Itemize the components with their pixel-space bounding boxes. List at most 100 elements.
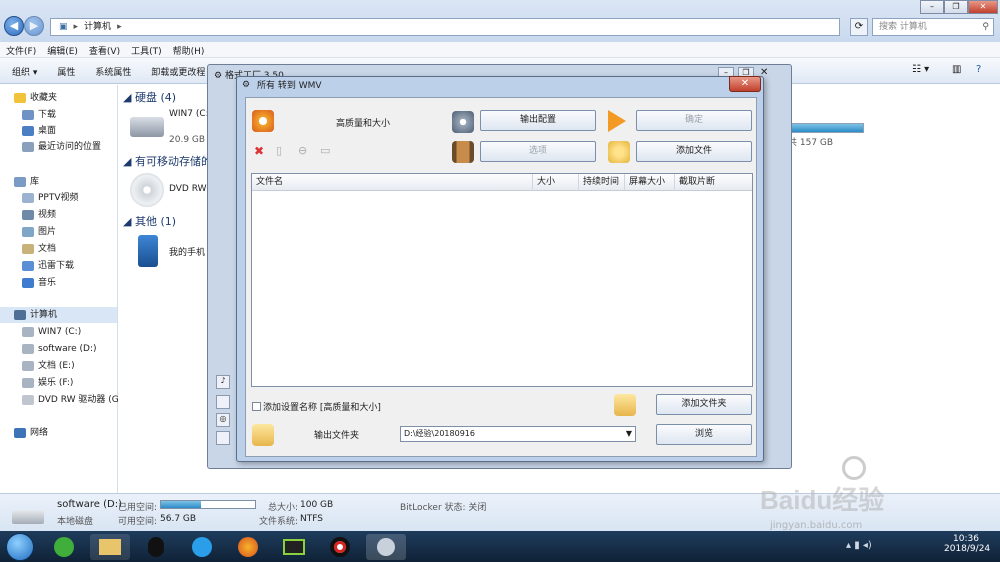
taskbar-recorder-icon[interactable] [320,534,360,560]
dvd-drive-label[interactable]: DVD RW [169,184,207,194]
sidebar-item-videos[interactable]: 视频 [22,207,56,223]
column-size[interactable]: 大小 [532,174,578,191]
drive-name-c[interactable]: WIN7 (C: [169,109,209,119]
sidebar-library[interactable]: 库 [14,174,39,190]
details-pane: software (D:) 本地磁盘 已用空间: 可用空间: 56.7 GB 总… [0,493,1000,531]
info-icon[interactable]: ▭ [320,144,330,157]
taskbar-360-icon[interactable] [44,534,84,560]
minimize-button[interactable]: – [920,0,944,14]
dialog-close-button[interactable]: ✕ [729,76,761,92]
details-bitlocker: BitLocker 状态: 关闭 [400,503,487,513]
close-button[interactable]: ✕ [968,0,998,14]
preview-pane-icon[interactable]: ▥ [952,64,961,75]
taskbar-media-icon[interactable] [182,534,222,560]
add-folder-icon[interactable] [614,394,636,416]
network-icon [14,427,26,438]
sidebar-drive-g[interactable]: DVD RW 驱动器 (G [22,392,119,408]
refresh-button[interactable]: ⟳ [850,18,868,36]
sidebar-network[interactable]: 网络 [14,425,48,441]
ok-button[interactable]: 确定 [636,110,752,131]
dvd-icon [130,173,164,207]
music-icon[interactable]: ♪ [216,375,230,389]
properties-button[interactable]: 属性 [45,58,83,78]
desktop-icon [22,125,34,136]
menu-tools[interactable]: 工具(T) [125,42,167,57]
sidebar-item-desktop[interactable]: 桌面 [22,123,56,139]
start-button[interactable] [6,533,34,561]
download-icon [22,109,34,120]
details-total-value: 100 GB [300,500,334,510]
column-filename[interactable]: 文件名 [252,174,532,191]
computer-icon: ▣ [59,22,68,32]
help-icon[interactable]: ? [976,64,981,75]
output-folder-select[interactable]: D:\经验\20180916 ▼ [400,426,636,442]
menu-file[interactable]: 文件(F) [0,42,41,57]
output-config-button[interactable]: 输出配置 [480,110,596,131]
taskbar-pptv-icon[interactable] [274,534,314,560]
menu-help[interactable]: 帮助(H) [167,42,210,57]
sidebar-item-thunder[interactable]: 迅雷下载 [22,258,74,274]
drive-right-space: 共 157 GB [788,138,834,148]
folder-icon [22,192,34,203]
column-screen-size[interactable]: 屏幕大小 [624,174,674,191]
wmv-format-icon [252,110,274,132]
sidebar-favorites[interactable]: 收藏夹 [14,90,57,106]
sidebar-drive-c[interactable]: WIN7 (C:) [22,324,81,340]
sidebar-computer[interactable]: 计算机 [0,307,117,323]
menu-view[interactable]: 查看(V) [83,42,125,57]
maximize-button[interactable]: ❐ [944,0,968,14]
arrow-right-icon [608,110,626,132]
browse-button[interactable]: 浏览 [656,424,752,445]
taskbar-qq-icon[interactable] [136,534,176,560]
tools-icon[interactable] [216,431,230,445]
options-button[interactable]: 选项 [480,141,596,162]
view-options-icon[interactable]: ☷ ▾ [912,64,929,75]
settings-icon[interactable] [452,111,474,133]
details-fs-label: 文件系统: [259,517,299,527]
sidebar-item-recent[interactable]: 最近访问的位置 [22,139,101,155]
add-setting-name-checkbox[interactable] [252,402,261,411]
column-duration[interactable]: 持续时间 [578,174,624,191]
column-clip[interactable]: 截取片断 [674,174,752,191]
add-file-button[interactable]: 添加文件 [636,141,752,162]
menu-edit[interactable]: 编辑(E) [41,42,83,57]
phone-label[interactable]: 我的手机 [169,245,205,258]
taskbar-format-factory-icon[interactable] [366,534,406,560]
group-hard-disks[interactable]: ◢ 硬盘 (4) [123,89,176,105]
sidebar-item-music[interactable]: 音乐 [22,275,56,291]
disc-icon[interactable]: ◎ [216,413,230,427]
sidebar-item-downloads[interactable]: 下载 [22,107,56,123]
taskbar-explorer-icon[interactable] [90,534,130,560]
group-removable[interactable]: ◢ 有可移动存储的 [123,153,212,169]
breadcrumb-computer[interactable]: 计算机 [84,22,111,32]
sidebar-drive-e[interactable]: 文档 (E:) [22,358,75,374]
sidebar-item-documents[interactable]: 文档 [22,241,56,257]
tray-icons[interactable]: ▴ ▮ ◂) [846,540,872,551]
uninstall-button[interactable]: 卸载或更改程 [139,58,213,78]
clock[interactable]: 10:36 2018/9/24 [944,534,990,554]
film-scissors-icon[interactable] [452,141,474,163]
system-properties-button[interactable]: 系统属性 [83,58,139,78]
play-icon[interactable]: ⊖ [298,144,307,157]
star-icon [14,92,26,103]
forward-icon[interactable]: ▶ [24,16,44,36]
organize-button[interactable]: 组织 ▾ [0,58,45,78]
sidebar-item-pictures[interactable]: 图片 [22,224,56,240]
add-folder-button[interactable]: 添加文件夹 [656,394,752,415]
picture-icon[interactable] [216,395,230,409]
add-setting-name-label: 添加设置名称 [高质量和大小] [263,403,381,413]
file-list[interactable]: 文件名 大小 持续时间 屏幕大小 截取片断 [251,173,753,387]
back-icon[interactable]: ◀ [4,16,24,36]
sidebar-drive-f[interactable]: 娱乐 (F:) [22,375,73,391]
add-file-icon[interactable] [608,141,630,163]
search-input[interactable]: 搜索 计算机 ⚲ [872,18,994,36]
clear-icon[interactable]: ▯ [276,144,282,157]
delete-icon[interactable]: ✖ [254,144,264,158]
sidebar-item-pptv[interactable]: PPTV视频 [22,190,79,206]
taskbar-firefox-icon[interactable] [228,534,268,560]
details-fs-value: NTFS [300,514,323,524]
sidebar-drive-d[interactable]: software (D:) [22,341,97,357]
address-bar[interactable]: ▣ ▸ 计算机 ▸ [50,18,840,36]
search-placeholder: 搜索 计算机 [879,22,927,32]
group-other[interactable]: ◢ 其他 (1) [123,213,176,229]
